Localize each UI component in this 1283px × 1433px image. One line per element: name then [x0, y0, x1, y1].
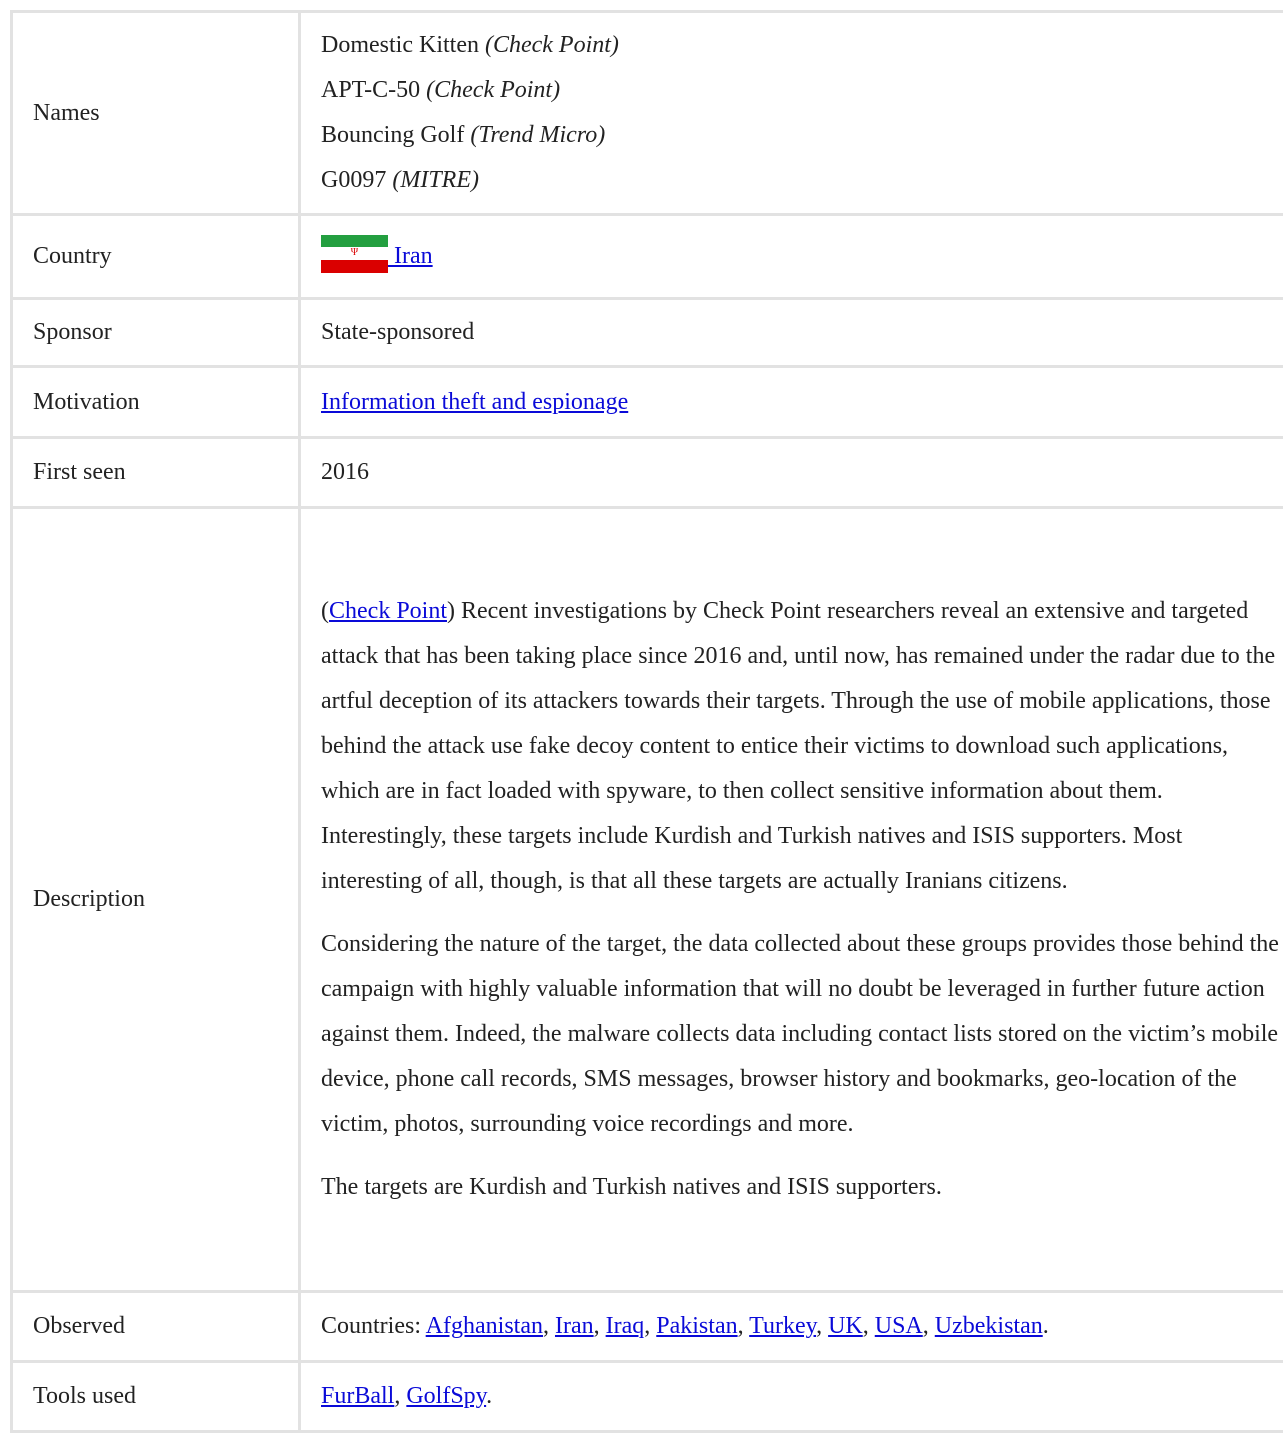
name-text: Bouncing Golf	[321, 122, 464, 148]
separator: ,	[816, 1313, 828, 1339]
country-link-uk[interactable]: UK	[828, 1313, 863, 1339]
row-description: Description (Check Point) Recent investi…	[12, 508, 1283, 1292]
iran-flag-icon: Ψ	[321, 235, 388, 273]
name-source: (Trend Micro)	[470, 122, 605, 148]
description-p1-text: ) Recent investigations by Check Point r…	[321, 598, 1275, 894]
motivation-label: Motivation	[12, 367, 300, 438]
country-link-iraq[interactable]: Iraq	[606, 1313, 645, 1339]
check-point-link[interactable]: Check Point	[329, 598, 447, 624]
info-table: Names Domestic Kitten (Check Point) APT-…	[10, 10, 1283, 1433]
name-source: (Check Point)	[426, 77, 560, 103]
separator: ,	[594, 1313, 606, 1339]
row-motivation: Motivation Information theft and espiona…	[12, 367, 1283, 438]
description-paragraph: The targets are Kurdish and Turkish nati…	[321, 1165, 1281, 1210]
sponsor-value: State-sponsored	[300, 299, 1283, 367]
separator: ,	[923, 1313, 935, 1339]
country-link-pakistan[interactable]: Pakistan	[656, 1313, 737, 1339]
country-link-uzbekistan[interactable]: Uzbekistan	[935, 1313, 1043, 1339]
country-link-usa[interactable]: USA	[875, 1313, 923, 1339]
name-text: G0097	[321, 167, 386, 193]
separator: ,	[543, 1313, 555, 1339]
tools-label: Tools used	[12, 1362, 300, 1432]
terminator: .	[1043, 1313, 1049, 1339]
name-item: APT-C-50 (Check Point)	[321, 68, 1283, 113]
row-first-seen: First seen 2016	[12, 438, 1283, 508]
separator: ,	[738, 1313, 750, 1339]
tools-value: FurBall, GolfSpy.	[300, 1362, 1283, 1432]
country-link-iran[interactable]: Iran	[555, 1313, 594, 1339]
description-label: Description	[12, 508, 300, 1292]
name-item: G0097 (MITRE)	[321, 158, 1283, 203]
observed-value: Countries: Afghanistan, Iran, Iraq, Paki…	[300, 1292, 1283, 1362]
description-paragraph: (Check Point) Recent investigations by C…	[321, 589, 1281, 904]
motivation-link[interactable]: Information theft and espionage	[321, 389, 628, 415]
row-observed: Observed Countries: Afghanistan, Iran, I…	[12, 1292, 1283, 1362]
motivation-value: Information theft and espionage	[300, 367, 1283, 438]
country-label: Country	[12, 215, 300, 299]
description-value: (Check Point) Recent investigations by C…	[300, 508, 1283, 1292]
country-link-text: Iran	[388, 243, 433, 269]
tool-link-golfspy[interactable]: GolfSpy	[406, 1383, 486, 1409]
name-source: (Check Point)	[485, 32, 619, 58]
name-item: Domestic Kitten (Check Point)	[321, 23, 1283, 68]
paren-open: (	[321, 598, 329, 624]
country-link-turkey[interactable]: Turkey	[749, 1313, 816, 1339]
names-label: Names	[12, 12, 300, 215]
name-source: (MITRE)	[392, 167, 479, 193]
names-value: Domestic Kitten (Check Point) APT-C-50 (…	[300, 12, 1283, 215]
separator: ,	[644, 1313, 656, 1339]
row-tools: Tools used FurBall, GolfSpy.	[12, 1362, 1283, 1432]
name-text: Domestic Kitten	[321, 32, 479, 58]
description-paragraph: Considering the nature of the target, th…	[321, 922, 1281, 1147]
first-seen-label: First seen	[12, 438, 300, 508]
row-sponsor: Sponsor State-sponsored	[12, 299, 1283, 367]
tool-link-furball[interactable]: FurBall	[321, 1383, 394, 1409]
separator: ,	[863, 1313, 875, 1339]
country-link[interactable]: Ψ Iran	[321, 243, 433, 269]
country-value: Ψ Iran	[300, 215, 1283, 299]
observed-label: Observed	[12, 1292, 300, 1362]
first-seen-value: 2016	[300, 438, 1283, 508]
sponsor-label: Sponsor	[12, 299, 300, 367]
separator: ,	[394, 1383, 406, 1409]
row-names: Names Domestic Kitten (Check Point) APT-…	[12, 12, 1283, 215]
name-item: Bouncing Golf (Trend Micro)	[321, 113, 1283, 158]
observed-prefix: Countries:	[321, 1313, 426, 1339]
name-text: APT-C-50	[321, 77, 420, 103]
row-country: Country Ψ Iran	[12, 215, 1283, 299]
country-link-afghanistan[interactable]: Afghanistan	[426, 1313, 543, 1339]
terminator: .	[486, 1383, 492, 1409]
